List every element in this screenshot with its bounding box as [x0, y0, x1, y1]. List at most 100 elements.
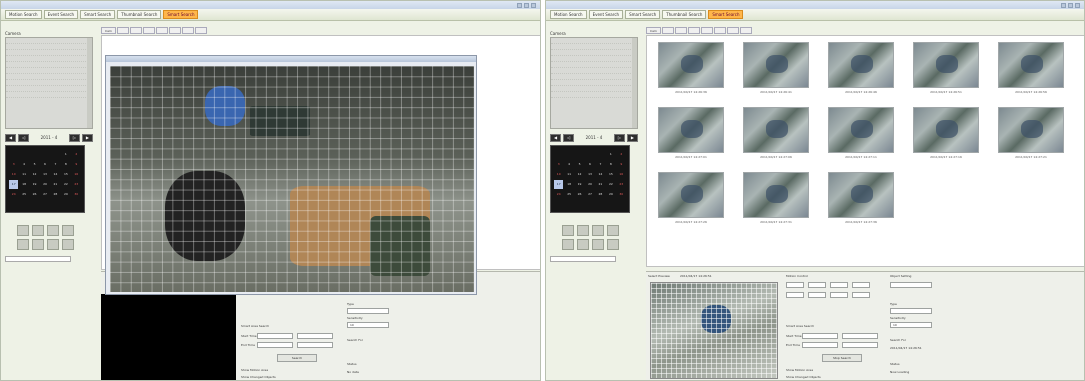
start-date-field[interactable]	[257, 333, 293, 339]
stop-button[interactable]	[32, 239, 44, 250]
calendar-day[interactable]: 6	[585, 159, 594, 168]
tab-channel[interactable]	[661, 27, 674, 34]
calendar-day[interactable]: 26	[575, 190, 584, 199]
tab-channel[interactable]: Cam	[101, 27, 116, 34]
option-motion-area[interactable]: Show Motion Area	[786, 368, 813, 372]
tab-channel[interactable]	[142, 27, 155, 34]
play-button[interactable]	[47, 239, 59, 250]
next-year-button[interactable]: ▶	[81, 133, 93, 142]
thumbnail-image[interactable]	[743, 42, 809, 88]
calendar-day[interactable]: 20	[585, 180, 594, 189]
thumbnail-image[interactable]	[658, 42, 724, 88]
thumbnail-item[interactable]: 2011/04/17 14:27:16	[907, 107, 985, 165]
calendar-day[interactable]: 29	[606, 190, 615, 199]
calendar-day[interactable]: 23	[617, 180, 626, 189]
thumbnail-item[interactable]: 2011/04/17 14:26:51	[907, 42, 985, 100]
tab-channel[interactable]	[726, 27, 739, 34]
calendar-day[interactable]: 4	[564, 159, 573, 168]
calendar-day[interactable]: 29	[61, 190, 70, 199]
calendar-day[interactable]: 30	[72, 190, 81, 199]
calendar-day[interactable]: 26	[30, 190, 39, 199]
option-motion-area[interactable]: Show Motion Area	[241, 368, 268, 372]
calendar-day[interactable]: 7	[596, 159, 605, 168]
calendar-day[interactable]: 2	[617, 149, 626, 158]
fast-button[interactable]	[607, 239, 619, 250]
calendar-day[interactable]: 28	[51, 190, 60, 199]
thumbnail-item[interactable]: 2011/04/17 14:27:01	[652, 107, 730, 165]
thumbnail-image[interactable]	[743, 107, 809, 153]
motion-grid-overlay[interactable]	[110, 66, 474, 292]
calendar-day[interactable]: 12	[575, 169, 584, 178]
thumbnail-image[interactable]	[913, 107, 979, 153]
option-changed-objects[interactable]: Show Changed Objects	[786, 375, 821, 379]
calendar-day[interactable]: 24	[554, 190, 563, 199]
tab-channel[interactable]: Cam	[646, 27, 661, 34]
slow-button[interactable]	[17, 239, 29, 250]
thumbnail-image[interactable]	[828, 107, 894, 153]
calendar-day[interactable]: 4	[19, 159, 28, 168]
calendar-day[interactable]: 11	[19, 169, 28, 178]
rewind-button[interactable]	[562, 225, 574, 236]
control-field[interactable]	[852, 282, 870, 288]
step-forward-button[interactable]	[592, 225, 604, 236]
next-month-button[interactable]: ▷	[613, 133, 625, 142]
prev-year-button[interactable]: ◀	[550, 133, 562, 142]
calendar-day[interactable]: 2	[72, 149, 81, 158]
control-field[interactable]	[830, 292, 848, 298]
smart-search-button[interactable]: Smart Search	[625, 10, 661, 19]
tab-channel[interactable]	[181, 27, 194, 34]
type-select[interactable]	[347, 308, 389, 314]
calendar-day[interactable]: 16	[617, 169, 626, 178]
tree-scrollbar[interactable]	[632, 38, 637, 128]
thumbnail-item[interactable]: 2011/04/17 14:27:11	[822, 107, 900, 165]
maximize-icon[interactable]	[524, 2, 529, 8]
event-search-button[interactable]: Event Search	[588, 10, 624, 19]
smart-search-button[interactable]: Smart Search	[80, 10, 116, 19]
control-field[interactable]	[786, 292, 804, 298]
calendar-day[interactable]: 10	[9, 169, 18, 178]
start-time-field[interactable]	[297, 333, 333, 339]
thumbnail-image[interactable]	[998, 42, 1064, 88]
next-year-button[interactable]: ▶	[626, 133, 638, 142]
smart-search-active-button[interactable]: Smart Search	[163, 10, 199, 19]
search-button[interactable]: Search	[277, 354, 317, 362]
calendar-day[interactable]: 19	[30, 180, 39, 189]
control-field[interactable]	[808, 292, 826, 298]
calendar-day[interactable]: 12	[30, 169, 39, 178]
motion-search-button[interactable]: Motion Search	[550, 10, 587, 19]
calendar-day[interactable]: 21	[596, 180, 605, 189]
calendar-day[interactable]: 19	[575, 180, 584, 189]
calendar-day[interactable]: 3	[554, 159, 563, 168]
camera-tree[interactable]	[550, 37, 638, 129]
type-select[interactable]	[890, 308, 932, 314]
motion-search-button[interactable]: Motion Search	[5, 10, 42, 19]
motion-grid-overlay[interactable]	[651, 283, 777, 378]
calendar-day[interactable]: 9	[617, 159, 626, 168]
calendar-day[interactable]: 8	[606, 159, 615, 168]
calendar-day[interactable]: 27	[40, 190, 49, 199]
thumbnail-image[interactable]	[828, 172, 894, 218]
control-field[interactable]	[852, 292, 870, 298]
tab-channel[interactable]	[116, 27, 129, 34]
close-icon[interactable]	[1075, 2, 1080, 8]
calendar-day[interactable]: 5	[30, 159, 39, 168]
minimize-icon[interactable]	[1061, 2, 1066, 8]
calendar-day[interactable]: 5	[575, 159, 584, 168]
rewind-button[interactable]	[17, 225, 29, 236]
step-forward-button[interactable]	[47, 225, 59, 236]
object-select[interactable]	[890, 282, 932, 288]
tab-channel[interactable]	[713, 27, 726, 34]
thumbnail-item[interactable]: 2011/04/17 14:27:06	[737, 107, 815, 165]
thumbnail-item[interactable]: 2011/04/17 14:26:41	[737, 42, 815, 100]
calendar-day[interactable]: 24	[9, 190, 18, 199]
play-button[interactable]	[592, 239, 604, 250]
stop-search-button[interactable]: Stop Search	[822, 354, 862, 362]
tab-channel[interactable]	[129, 27, 142, 34]
option-changed-objects[interactable]: Show Changed Objects	[241, 375, 276, 379]
thumbnail-search-button[interactable]: Thumbnail Search	[117, 10, 162, 19]
calendar-day[interactable]: 3	[9, 159, 18, 168]
tab-channel[interactable]	[739, 27, 752, 34]
calendar-day[interactable]: 21	[51, 180, 60, 189]
start-date-field[interactable]	[802, 333, 838, 339]
calendar-day[interactable]: 13	[585, 169, 594, 178]
